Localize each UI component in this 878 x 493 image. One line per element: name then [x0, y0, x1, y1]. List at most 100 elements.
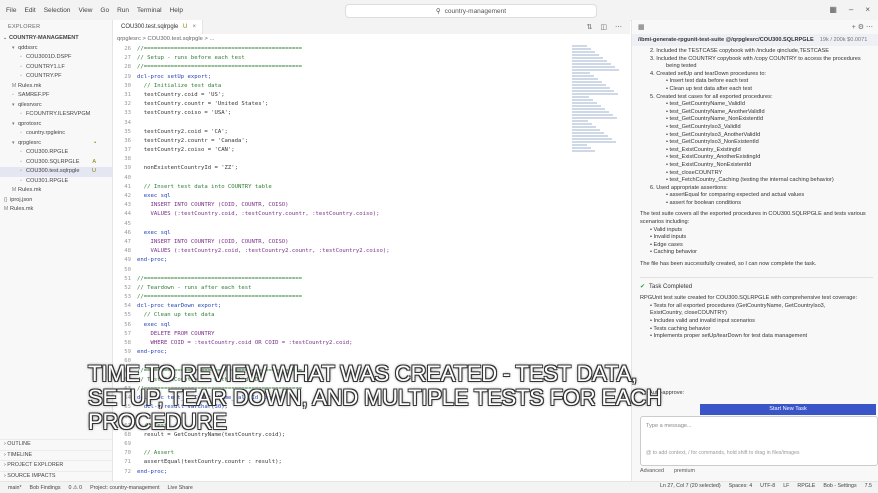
code-line: 40	[113, 174, 630, 183]
tree-item[interactable]: ▫ SAMREF.PF	[0, 91, 112, 101]
tree-item[interactable]: M Rules.mk	[0, 205, 112, 215]
code-line: 30 // Initialize test data	[113, 82, 630, 91]
tree-item-label: qprotosrc	[18, 120, 42, 127]
minimap-row	[572, 45, 587, 47]
language-status[interactable]: RPGLE	[797, 483, 815, 489]
tree-item[interactable]: ▫ COU300.SQLRPGLE A	[0, 158, 112, 168]
tree-item[interactable]: ▫ FCOUNTRY.ILESRVPGM	[0, 110, 112, 120]
panel-actions[interactable]: + ⚙ ⋯	[852, 23, 873, 31]
tree-item[interactable]: ▫ COU301.RPGLE	[0, 177, 112, 187]
tree-item[interactable]: M Rules.mk	[0, 82, 112, 92]
editor-actions: ⇅ ◫ ⋯	[587, 23, 623, 31]
tree-item[interactable]: ▫ COU300.RPGLE	[0, 148, 112, 158]
menu-item[interactable]: Help	[170, 7, 183, 14]
explorer-root[interactable]: ⌄ COUNTRY-MANAGEMENT	[0, 34, 112, 44]
encoding-status[interactable]: UTF-8	[760, 483, 775, 489]
tree-item[interactable]: ▾ qprotosrc	[0, 120, 112, 130]
line-number: 44	[124, 211, 131, 218]
sidebar-section[interactable]: › PROJECT EXPLORER	[0, 460, 112, 471]
line-number: 34	[124, 119, 131, 126]
tree-item-label: qilesrvsrc	[18, 101, 42, 108]
message-line: • test_GetCountryIso3_NonExistentId	[666, 139, 759, 146]
code-text: //======================================…	[137, 294, 303, 301]
line-number: 41	[124, 183, 131, 190]
video-caption: TIME TO REVIEW WHAT WAS CREATED - TEST D…	[88, 361, 662, 434]
message-line: being tested	[666, 63, 697, 70]
sidebar-section[interactable]: › SOURCE IMPACTS	[0, 470, 112, 482]
branch-status[interactable]: main*	[8, 485, 22, 491]
menu-item[interactable]: Go	[100, 7, 109, 14]
model-select[interactable]: premium	[674, 468, 695, 474]
code-line: 31 testCountry.coid = 'US';	[113, 91, 630, 100]
minimap[interactable]	[572, 45, 624, 165]
problems-status[interactable]: 0 ⚠ 0	[68, 485, 82, 491]
minimap-row	[572, 96, 589, 98]
live-share-status[interactable]: Live Share	[168, 485, 193, 491]
line-number: 43	[124, 202, 131, 209]
code-line: 48 VALUES (:testCountry2.coid, :testCoun…	[113, 247, 630, 256]
tab-cou300-test[interactable]: COU300.test.sqlrpgle U ×	[113, 20, 203, 34]
menu-item[interactable]: View	[78, 7, 92, 14]
message-line: 3. Included the COUNTRY copybook with /c…	[650, 55, 861, 62]
close-window-icon[interactable]: ×	[865, 5, 870, 14]
tree-item[interactable]: ▫ COU300.test.sqlrpgle U	[0, 167, 112, 177]
breadcrumb[interactable]: qrpglesrc > COU300.test.sqlrpgle > ...	[113, 34, 630, 45]
tree-item[interactable]: ▫ COUNTRY.PF	[0, 72, 112, 82]
tree-item[interactable]: ▾ qddssrc	[0, 44, 112, 54]
line-number: 58	[124, 340, 131, 346]
menu-item[interactable]: Selection	[44, 7, 71, 14]
indent-status[interactable]: Spaces: 4	[729, 483, 753, 489]
minimap-row	[572, 51, 595, 53]
code-line: 28 //====================================…	[113, 63, 630, 72]
minimize-icon[interactable]: –	[849, 5, 853, 14]
tree-item[interactable]: M Rules.mk	[0, 186, 112, 196]
sidebar-section[interactable]: › TIMELINE	[0, 449, 112, 461]
code-line: 53 //====================================…	[113, 293, 630, 302]
line-number: 72	[124, 468, 131, 475]
minimap-row	[572, 132, 604, 134]
findings-status[interactable]: Bob Findings	[30, 485, 61, 491]
command-search[interactable]: ⚲ country-management	[345, 4, 597, 18]
mode-select[interactable]: Advanced	[640, 468, 664, 474]
message-line: • Tests for all exported procedures (Get…	[650, 302, 826, 309]
eol-status[interactable]: LF	[783, 483, 789, 489]
tree-item[interactable]: ▾ qrpglesrc •	[0, 139, 112, 149]
minimap-row	[572, 75, 594, 77]
cursor-position[interactable]: Ln 27, Col 7 (20 selected)	[660, 483, 721, 489]
project-status[interactable]: Project: country-management	[90, 485, 159, 491]
tree-item[interactable]: ▫ COU3001D.DSPF	[0, 53, 112, 63]
menu-item[interactable]: Run	[117, 7, 129, 14]
code-text: testCountry.countr = 'United States';	[137, 101, 269, 108]
line-number: 36	[124, 137, 131, 144]
layout-icon[interactable]: ▦	[829, 5, 837, 14]
line-number: 39	[124, 165, 131, 172]
minimap-row	[572, 129, 600, 131]
compare-icon[interactable]: ⇅	[587, 23, 593, 31]
line-number: 30	[124, 82, 131, 89]
code-line: 39 nonExistentCountryId = 'ZZ';	[113, 164, 630, 173]
menu-item[interactable]: File	[6, 7, 16, 14]
message-line: scenarios including:	[640, 219, 690, 226]
tree-item[interactable]: ▾ qilesrvsrc	[0, 101, 112, 111]
menu-item[interactable]: Terminal	[137, 7, 162, 14]
message-line: • test_GetCountryIso3_ValidId	[666, 123, 741, 130]
line-number: 54	[124, 303, 131, 310]
minimap-row	[572, 99, 593, 101]
line-number: 51	[124, 275, 131, 282]
code-line: 33 testCountry.coiso = 'USA';	[113, 109, 630, 118]
close-icon[interactable]: ×	[192, 20, 196, 34]
split-editor-icon[interactable]: ◫	[600, 23, 607, 31]
more-icon[interactable]: ⋯	[615, 23, 622, 31]
version-status[interactable]: 7.5	[865, 483, 872, 489]
menu-item[interactable]: Edit	[24, 7, 35, 14]
line-number: 49	[124, 257, 131, 264]
settings-status[interactable]: Bob - Settings	[823, 483, 856, 489]
sidebar-section[interactable]: › OUTLINE	[0, 439, 112, 450]
tree-item[interactable]: ▫ country.rpgleinc	[0, 129, 112, 139]
message-line: RPGUnit test suite created for COU300.SQ…	[640, 295, 858, 302]
tree-item[interactable]: {} iproj.json	[0, 196, 112, 206]
message-line: • Invalid inputs	[650, 234, 687, 241]
message-line: 2. Included the TESTCASE copybook with /…	[650, 48, 829, 54]
tree-item[interactable]: ▫ COUNTRY1.LF	[0, 63, 112, 73]
message-line: 6. Used appropriate assertions:	[650, 184, 728, 191]
